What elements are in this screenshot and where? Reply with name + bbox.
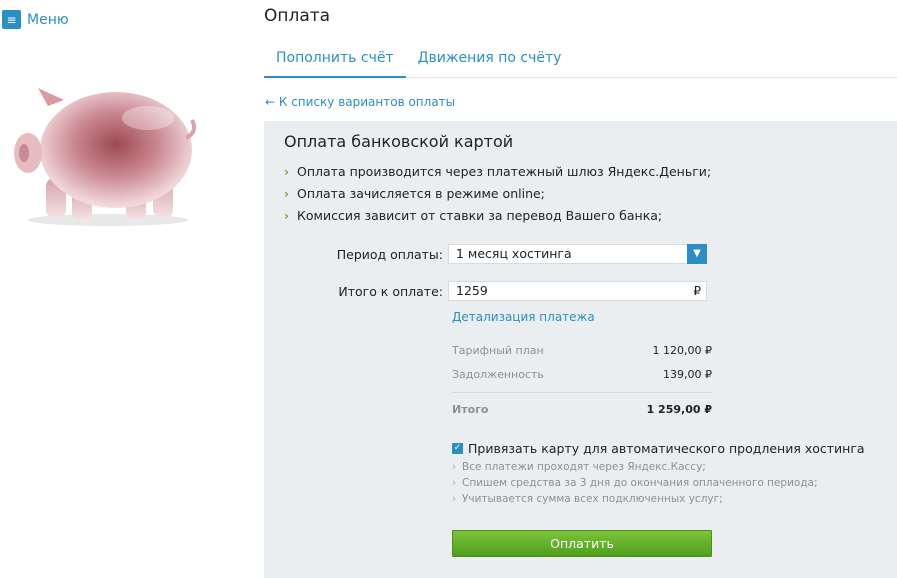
list-item: › Оплата зачисляется в режиме online;: [284, 186, 711, 208]
list-item: › Все платежи проходят через Яндекс.Касс…: [452, 460, 818, 476]
total-label: Итого к оплате:: [338, 283, 443, 299]
period-row: Период оплаты: 1 месяц хостинга ▼: [264, 244, 707, 264]
chevron-right-icon: ›: [284, 209, 289, 223]
note-text: Все платежи проходят через Яндекс.Кассу;: [462, 461, 706, 473]
breakdown-value: 1 120,00 ₽: [652, 344, 712, 357]
note-text: Учитывается сумма всех подключенных услу…: [462, 493, 723, 505]
autorenew-row: ✓ Привязать карту для автоматического пр…: [452, 441, 865, 456]
note-text: Спишем средства за 3 дня до окончания оп…: [462, 477, 818, 489]
list-item-text: Оплата производится через платежный шлюз…: [297, 164, 712, 179]
chevron-right-icon: ›: [284, 187, 289, 201]
tab-bar: Пополнить счёт Движения по счёту: [264, 40, 897, 78]
page-title: Оплата: [264, 6, 331, 26]
autorenew-notes: › Все платежи проходят через Яндекс.Касс…: [452, 460, 818, 508]
breakdown-total-row: Итого 1 259,00 ₽: [452, 402, 712, 426]
info-list: › Оплата производится через платежный шл…: [284, 164, 711, 230]
period-label: Период оплаты:: [336, 246, 443, 262]
breakdown-label: Тарифный план: [452, 344, 544, 357]
breakdown-value: 139,00 ₽: [663, 368, 712, 381]
period-select[interactable]: 1 месяц хостинга ▼: [448, 244, 707, 264]
chevron-right-icon: ›: [452, 477, 457, 489]
divider: [452, 392, 712, 393]
ruble-symbol: ₽: [693, 284, 701, 298]
breakdown-total-value: 1 259,00 ₽: [646, 403, 712, 416]
total-row: Итого к оплате: 1259 ₽: [264, 281, 707, 301]
list-item: › Оплата производится через платежный шл…: [284, 164, 711, 186]
chevron-right-icon: ›: [284, 165, 289, 179]
menu-button[interactable]: ≡ Меню: [2, 10, 69, 29]
autorenew-checkbox[interactable]: ✓: [452, 443, 463, 454]
breakdown-row: Задолженность 139,00 ₽: [452, 367, 712, 391]
payment-details-link[interactable]: Детализация платежа: [452, 310, 595, 324]
menu-label: Меню: [27, 11, 69, 28]
breakdown-total-label: Итого: [452, 403, 489, 416]
panel-title: Оплата банковской картой: [284, 132, 514, 151]
back-to-payment-options-link[interactable]: ← К списку вариантов оплаты: [265, 95, 455, 109]
chevron-right-icon: ›: [452, 461, 457, 473]
list-item: › Спишем средства за 3 дня до окончания …: [452, 476, 818, 492]
piggy-bank-image: [14, 88, 196, 226]
period-select-value: 1 месяц хостинга: [456, 246, 572, 261]
pay-button[interactable]: Оплатить: [452, 530, 712, 557]
list-item-text: Комиссия зависит от ставки за перевод Ва…: [297, 208, 663, 223]
total-amount-value: 1259: [456, 283, 488, 298]
chevron-down-icon[interactable]: ▼: [687, 244, 707, 264]
chevron-right-icon: ›: [452, 493, 457, 505]
total-amount-field[interactable]: 1259 ₽: [448, 281, 707, 301]
payment-breakdown: Тарифный план 1 120,00 ₽ Задолженность 1…: [452, 343, 712, 426]
list-item-text: Оплата зачисляется в режиме online;: [297, 186, 545, 201]
breakdown-label: Задолженность: [452, 368, 544, 381]
list-item: › Комиссия зависит от ставки за перевод …: [284, 208, 711, 230]
tab-account-movements[interactable]: Движения по счёту: [406, 40, 574, 78]
list-item: › Учитывается сумма всех подключенных ус…: [452, 492, 818, 508]
autorenew-label[interactable]: Привязать карту для автоматического прод…: [468, 441, 865, 456]
card-payment-panel: Оплата банковской картой › Оплата произв…: [264, 121, 897, 578]
hamburger-icon: ≡: [2, 10, 21, 29]
breakdown-row: Тарифный план 1 120,00 ₽: [452, 343, 712, 367]
tab-top-up[interactable]: Пополнить счёт: [264, 40, 406, 78]
